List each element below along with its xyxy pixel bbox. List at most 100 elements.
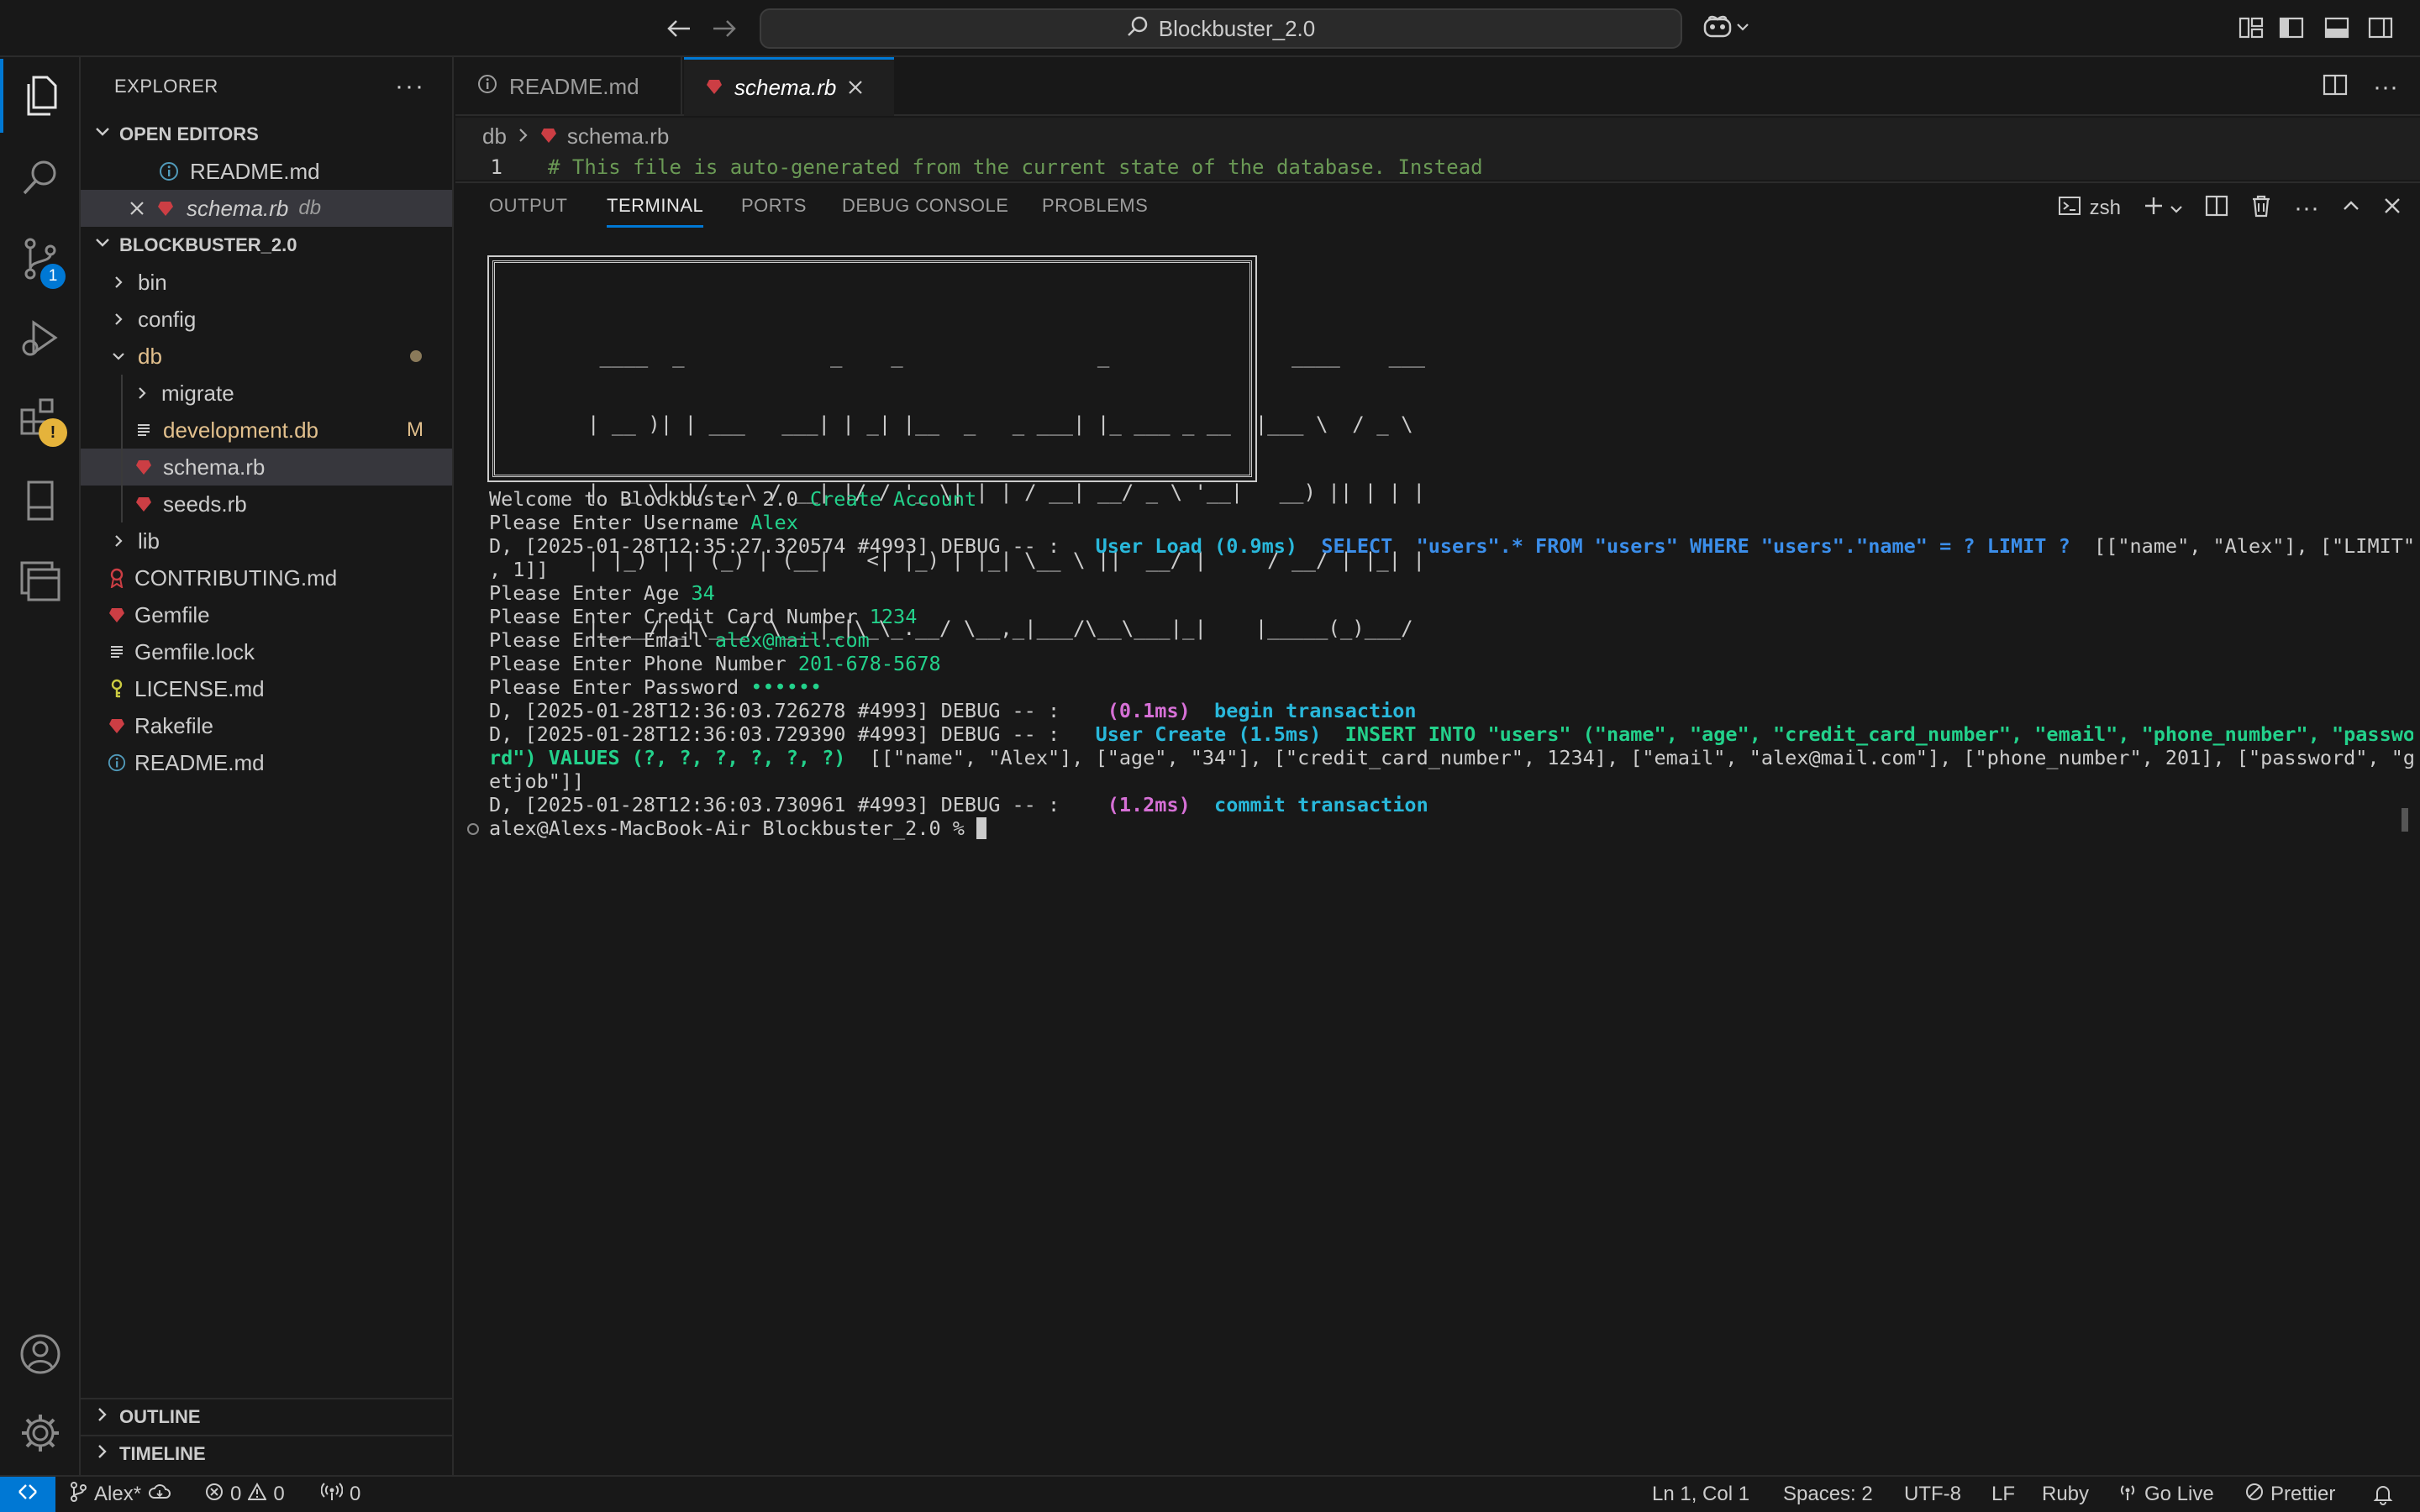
source-control-icon[interactable]: 1 [0,222,81,296]
project-title: BLOCKBUSTER_2.0 [119,234,297,255]
file-gemfile[interactable]: Gemfile [81,596,452,633]
customize-layout-icon[interactable] [2238,15,2265,42]
terminal-line: Please Enter Credit Card Number 1234 [489,605,918,628]
line-number: 1 [490,155,502,179]
git-branch-status[interactable]: Alex* [69,1477,171,1512]
command-center-search[interactable]: Blockbuster_2.0 [760,8,1682,49]
split-editor-icon[interactable] [2323,72,2348,102]
folder-lib[interactable]: lib [81,522,452,559]
encoding-status[interactable]: UTF-8 [1904,1477,1961,1512]
search-icon[interactable] [0,141,81,215]
copilot-menu[interactable] [1702,12,1761,45]
file-contributing[interactable]: CONTRIBUTING.md [81,559,452,596]
info-file-icon [477,74,497,100]
file-seeds[interactable]: seeds.rb [81,486,452,522]
maximize-panel-icon[interactable] [2341,196,2361,222]
eol-status[interactable]: LF [1991,1477,2015,1512]
close-icon[interactable] [848,75,863,101]
trash-icon[interactable] [2250,194,2272,223]
new-terminal-button[interactable] [2143,195,2183,223]
chevron-right-icon [106,311,131,328]
folder-label: lib [138,528,160,554]
terminal-cursor [976,817,987,839]
tab-debug-console[interactable]: DEBUG CONSOLE [842,195,1008,225]
problems-status[interactable]: 0 0 [205,1477,285,1512]
more-actions-icon[interactable]: ··· [395,72,425,101]
open-editor-schema[interactable]: schema.rb db [81,190,452,227]
terminal-icon [2058,195,2081,223]
breadcrumb-folder[interactable]: db [482,123,507,150]
run-debug-icon[interactable] [0,301,81,375]
file-schema[interactable]: schema.rb [81,449,452,486]
indentation-status[interactable]: Spaces: 2 [1783,1477,1873,1512]
back-arrow-icon[interactable] [662,12,696,45]
notifications-bell-icon[interactable] [2373,1477,2393,1512]
folder-migrate[interactable]: migrate [81,375,452,412]
close-panel-icon[interactable] [2383,197,2402,221]
language-mode[interactable]: Ruby [2042,1477,2089,1512]
code-editor[interactable]: 1 # This file is auto-generated from the… [455,155,2420,180]
terminal-line: D, [2025-01-28T12:36:03.729390 #4993] DE… [489,722,2413,746]
toggle-panel-icon[interactable] [2324,15,2351,42]
terminal-scrollbar[interactable] [2402,808,2408,832]
tab-ports[interactable]: PORTS [741,195,807,225]
editor-actions: ··· [2323,72,2398,102]
file-readme[interactable]: README.md [81,744,452,781]
more-actions-icon[interactable]: ··· [2294,194,2319,223]
error-count: 0 [230,1483,242,1505]
error-icon [205,1483,224,1507]
prettier-status[interactable]: Prettier [2245,1477,2335,1512]
file-gemfile-lock[interactable]: Gemfile.lock [81,633,452,670]
license-key-icon [103,679,131,699]
chevron-down-icon [1736,21,1749,36]
remote-explorer-icon[interactable] [0,464,81,538]
go-live-button[interactable]: Go Live [2118,1477,2214,1512]
terminal-line: etjob"]] [489,769,585,793]
ports-status[interactable]: 0 [320,1477,360,1512]
outline-section-header[interactable]: OUTLINE [81,1398,454,1435]
command-decoration-icon[interactable] [467,823,479,835]
tab-terminal[interactable]: TERMINAL [607,195,704,228]
folder-bin[interactable]: bin [81,264,452,301]
folder-label: bin [138,269,167,295]
timeline-section-header[interactable]: TIMELINE [81,1435,454,1472]
folder-label: config [138,306,197,332]
more-actions-icon[interactable]: ··· [2373,73,2398,102]
terminal-panel: OUTPUT TERMINAL PORTS DEBUG CONSOLE PROB… [455,181,2420,1475]
open-editor-readme[interactable]: README.md [81,153,452,190]
tab-readme[interactable]: README.md [455,57,682,116]
close-icon[interactable] [123,201,151,216]
extensions-icon[interactable]: ! [0,380,81,454]
toggle-secondary-sidebar-icon[interactable] [2368,15,2395,42]
tab-output[interactable]: OUTPUT [489,195,567,225]
folder-config[interactable]: config [81,301,452,338]
timeline-title: TIMELINE [119,1443,206,1464]
file-label: development.db [163,417,319,443]
open-editors-section-header[interactable]: OPEN EDITORS [81,116,452,153]
terminal-prompt[interactable]: alex@Alexs-MacBook-Air Blockbuster_2.0 % [489,816,987,840]
tab-problems[interactable]: PROBLEMS [1042,195,1148,225]
tab-schema[interactable]: schema.rb [684,57,894,116]
ascii-banner-box: ____ _ _ _ _ ____ ___ | __ )| | ___ ___|… [487,255,1425,640]
project-section-header[interactable]: BLOCKBUSTER_2.0 [81,227,452,264]
file-license[interactable]: LICENSE.md [81,670,452,707]
toggle-primary-sidebar-icon[interactable] [2279,15,2306,42]
settings-gear-icon[interactable] [0,1396,81,1470]
terminal-shell-selector[interactable]: zsh [2058,195,2121,223]
accounts-icon[interactable] [0,1317,81,1391]
file-development-db[interactable]: development.db M [81,412,452,449]
file-rakefile[interactable]: Rakefile [81,707,452,744]
cursor-position[interactable]: Ln 1, Col 1 [1652,1477,1749,1512]
breadcrumb-file[interactable]: schema.rb [567,123,669,150]
warning-badge-icon: ! [39,418,67,447]
remote-indicator[interactable] [0,1477,55,1512]
terminal-line: Welcome to Blockbuster 2.0 Create Accoun… [489,487,977,511]
folder-db[interactable]: db [81,338,452,375]
explorer-icon[interactable] [0,59,81,133]
forward-arrow-icon[interactable] [708,12,741,45]
split-terminal-icon[interactable] [2205,194,2228,223]
sync-cloud-icon[interactable] [148,1483,171,1507]
file-label: seeds.rb [163,491,247,517]
chevron-right-icon [92,1404,113,1430]
containers-icon[interactable] [0,544,81,618]
